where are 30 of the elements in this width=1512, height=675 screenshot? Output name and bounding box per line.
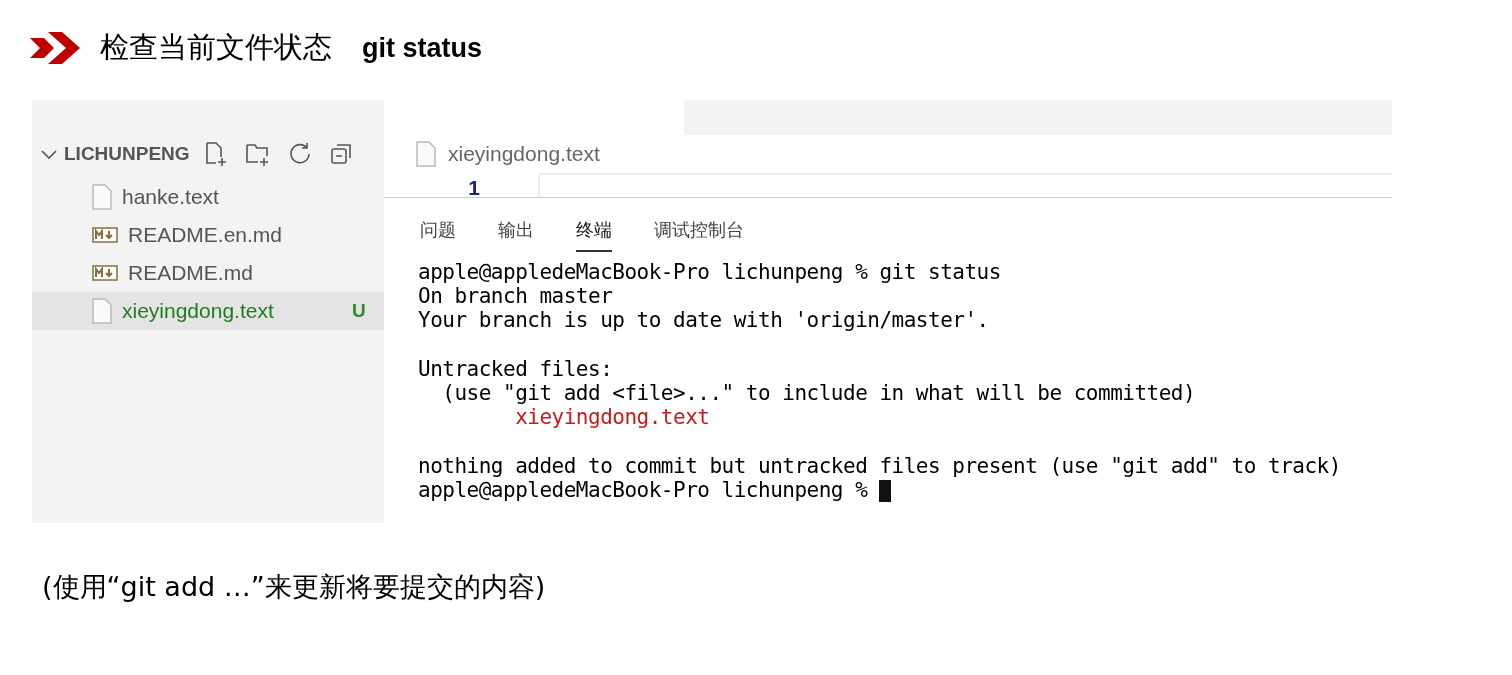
panel-tab[interactable]: 问题 [420,218,456,252]
terminal-line: Untracked files: [418,356,613,381]
editor-tab[interactable]: xieyingdong.text [384,135,1392,173]
terminal-line: On branch master [418,284,613,309]
file-item[interactable]: xieyingdong.text U [32,292,384,330]
caption-text: (使用“git add …”来更新将要提交的内容) [41,570,547,604]
slide-title: 检查当前文件状态 [100,29,332,66]
line-number: 1 [467,175,480,197]
folder-name[interactable]: LICHUNPENG [64,143,196,165]
arrow-icon [30,30,82,66]
command-title: git status [362,32,482,64]
markdown-icon [92,227,118,243]
panel-tab[interactable]: 输出 [498,218,534,252]
status-letter: U [352,300,366,322]
markdown-icon [92,265,118,281]
terminal-line: (use "git add <file>..." to include in what will be committed) [441,380,1196,405]
panel-tab[interactable]: 调试控制台 [654,218,744,252]
file-icon [92,298,112,324]
file-item[interactable]: README.en.md [32,216,384,254]
cursor [879,479,892,502]
terminal-line: apple@appledeMacBook-Pro lichunpeng % [418,477,869,502]
terminal-line: Your branch is up to date with 'origin/master'. [418,308,989,333]
terminal-line: xieyingdong.text [514,405,710,430]
file-icon [416,141,436,167]
file-item[interactable]: hanke.text [32,178,384,216]
terminal-line: nothing added to commit but untracked files present (use "git add" to track) [418,453,1341,478]
terminal-line: apple@appledeMacBook-Pro lichunpeng % git status [418,260,1001,284]
file-icon [92,184,112,210]
panel-tab[interactable]: 终端 [576,218,612,252]
file-item[interactable]: README.md [32,254,384,292]
